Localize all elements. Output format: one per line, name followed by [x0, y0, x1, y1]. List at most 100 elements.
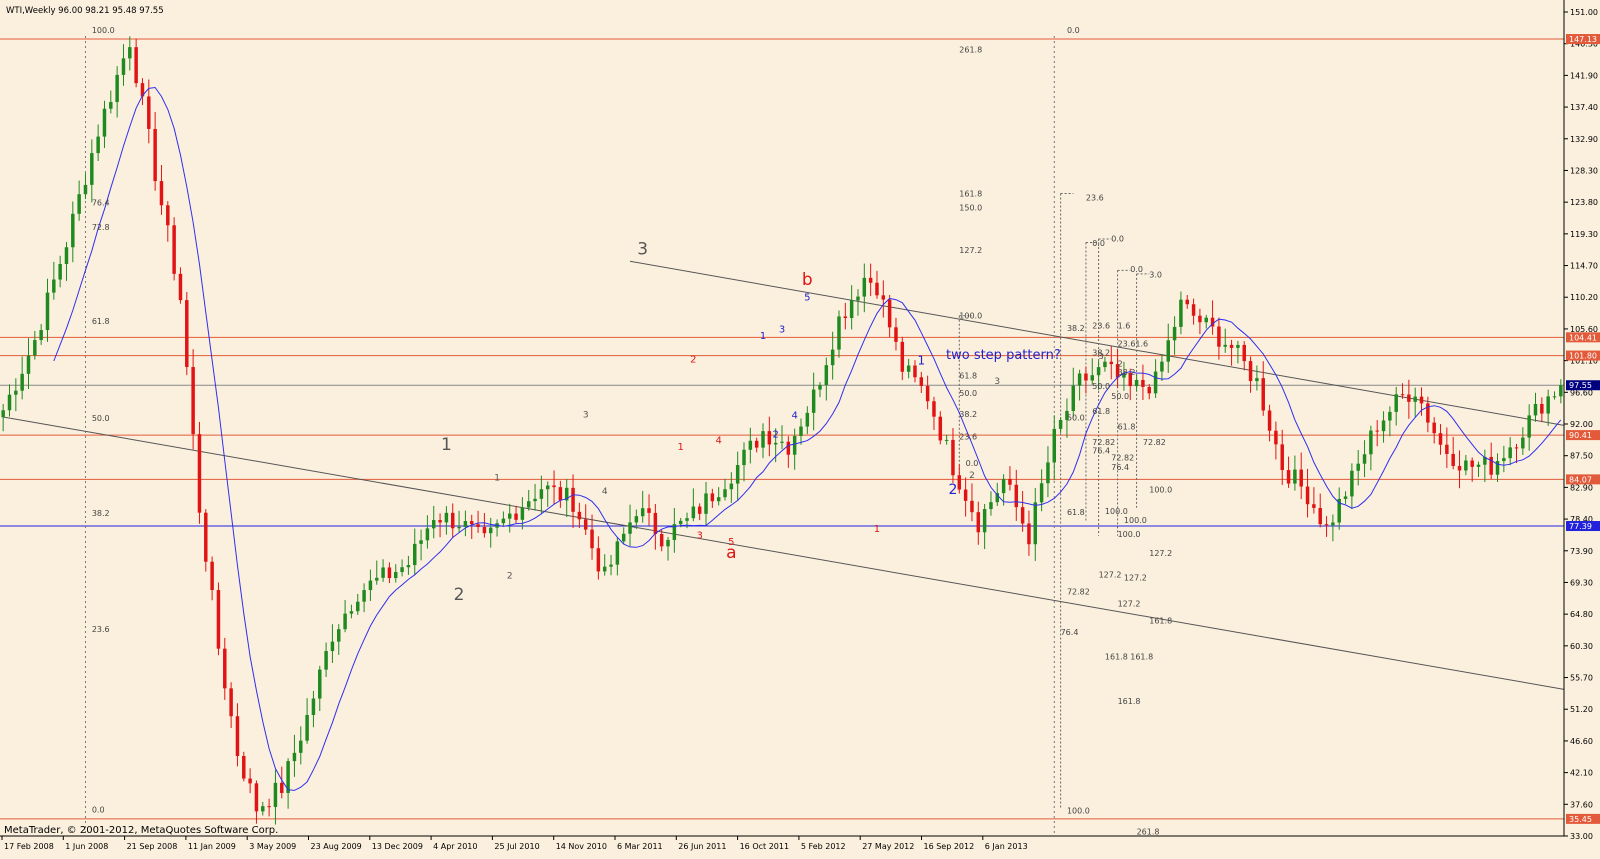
candle-body — [729, 483, 734, 490]
candle-body — [305, 714, 309, 741]
candle-body — [875, 282, 879, 296]
fib-level-label: 2 — [1118, 360, 1123, 369]
candle-body — [153, 128, 157, 182]
copyright-text: MetaTrader, © 2001-2012, MetaQuotes Soft… — [4, 825, 278, 836]
y-tick-label: 151.00 — [1570, 8, 1598, 17]
candle-body — [58, 263, 62, 280]
candle-body — [204, 512, 208, 562]
y-tick-label: 119.30 — [1570, 230, 1598, 239]
candle-body — [102, 108, 107, 137]
candle-body — [1476, 464, 1481, 467]
candle-body — [1084, 373, 1088, 381]
symbol-info: WTI,Weekly 96.00 98.21 95.48 97.55 — [6, 6, 164, 16]
candle-body — [1540, 403, 1544, 414]
candle-body — [1464, 460, 1468, 471]
wave-label: 3 — [994, 377, 1000, 387]
fib-level-label: 127.2 — [1124, 573, 1147, 582]
price-tag-label: 101.80 — [1569, 352, 1597, 361]
candle-body — [621, 533, 626, 542]
candle-body — [1350, 470, 1354, 497]
candle-body — [647, 508, 651, 513]
candle-body — [685, 518, 689, 521]
candle-body — [583, 519, 588, 530]
candle-body — [963, 489, 968, 501]
fib-level-label: 72.82 — [1067, 587, 1090, 596]
fib-level-label: 61.8 — [92, 317, 110, 326]
wave-label: 4 — [602, 487, 608, 497]
candle-body — [989, 502, 993, 510]
wave-label: 2 — [949, 482, 958, 498]
fib-level-label: 261.8 — [1137, 828, 1160, 837]
fib-level-label: 127.2 — [1118, 599, 1141, 608]
fib-level-label: 23.61.6 — [1118, 339, 1149, 348]
candle-body — [330, 641, 335, 652]
candle-body — [1071, 385, 1076, 411]
fib-level-label: 76.4 — [92, 198, 110, 207]
candle-body — [7, 394, 12, 411]
candle-body — [134, 47, 138, 84]
candle-body — [431, 520, 436, 529]
candle-body — [957, 475, 962, 490]
wave-label: 2 — [454, 585, 465, 605]
fib-level-label: 72.8 — [92, 223, 110, 232]
candle-body — [438, 520, 442, 523]
candle-body — [343, 613, 347, 630]
candle — [197, 421, 202, 524]
candle-body — [1381, 420, 1386, 432]
candle-body — [147, 96, 151, 129]
candle-body — [1255, 378, 1259, 382]
candle-body — [254, 783, 259, 812]
candle-body — [906, 365, 911, 372]
candle-body — [248, 778, 252, 784]
x-tick-label: 26 Jun 2011 — [678, 842, 726, 851]
x-tick-label: 11 Jan 2009 — [188, 842, 236, 851]
candle-body — [925, 385, 930, 402]
wave-label: 4 — [715, 436, 721, 447]
candle-body — [1502, 458, 1506, 462]
candle-body — [1014, 484, 1019, 508]
candle-body — [1077, 373, 1082, 386]
fib-level-label: 50.0 — [1092, 382, 1110, 391]
fib-level-label: 127.2 — [1099, 571, 1122, 580]
candle-body — [799, 426, 803, 436]
candle-body — [982, 509, 987, 533]
wave-label: 1 — [874, 524, 880, 535]
candle-body — [1039, 483, 1044, 503]
candle-body — [520, 507, 525, 520]
candle-body — [476, 524, 480, 528]
candle-body — [773, 442, 778, 445]
wave-label: 3 — [637, 239, 648, 259]
candle-body — [811, 389, 816, 413]
candle-body — [83, 184, 88, 195]
candle-body — [533, 498, 537, 502]
fib-level-label: 0.0 — [1130, 265, 1143, 274]
candle-body — [843, 316, 848, 319]
candle-body — [615, 541, 620, 565]
y-tick-label: 137.40 — [1570, 103, 1598, 112]
candle-body — [716, 497, 721, 502]
fib-level-label: 3.0 — [1149, 270, 1162, 279]
candle-body — [1356, 463, 1360, 471]
candle-body — [1160, 361, 1164, 372]
candle-body — [394, 572, 398, 579]
wave-label: 4 — [791, 410, 797, 421]
candle-body — [824, 365, 829, 385]
candle-body — [697, 506, 702, 514]
candle-body — [1001, 478, 1006, 494]
candle-body — [178, 273, 183, 301]
wave-label: 5 — [804, 292, 810, 303]
candle-body — [1229, 344, 1234, 348]
fib-level-label: 38.2 — [1118, 368, 1136, 377]
x-tick-label: 1 Jun 2008 — [65, 842, 108, 851]
fib-level-label: 100.0 — [1149, 485, 1172, 494]
candle-body — [1470, 460, 1474, 467]
fib-level-label: 50.0 — [959, 389, 977, 398]
y-tick-label: 51.20 — [1570, 705, 1593, 714]
candle-body — [1090, 375, 1095, 381]
candle-body — [1179, 299, 1183, 327]
candle-body — [539, 489, 544, 499]
candle-body — [913, 365, 917, 378]
candle-body — [216, 590, 221, 649]
fib-level-label: 100.0 — [1118, 530, 1141, 539]
candle-body — [558, 487, 563, 501]
